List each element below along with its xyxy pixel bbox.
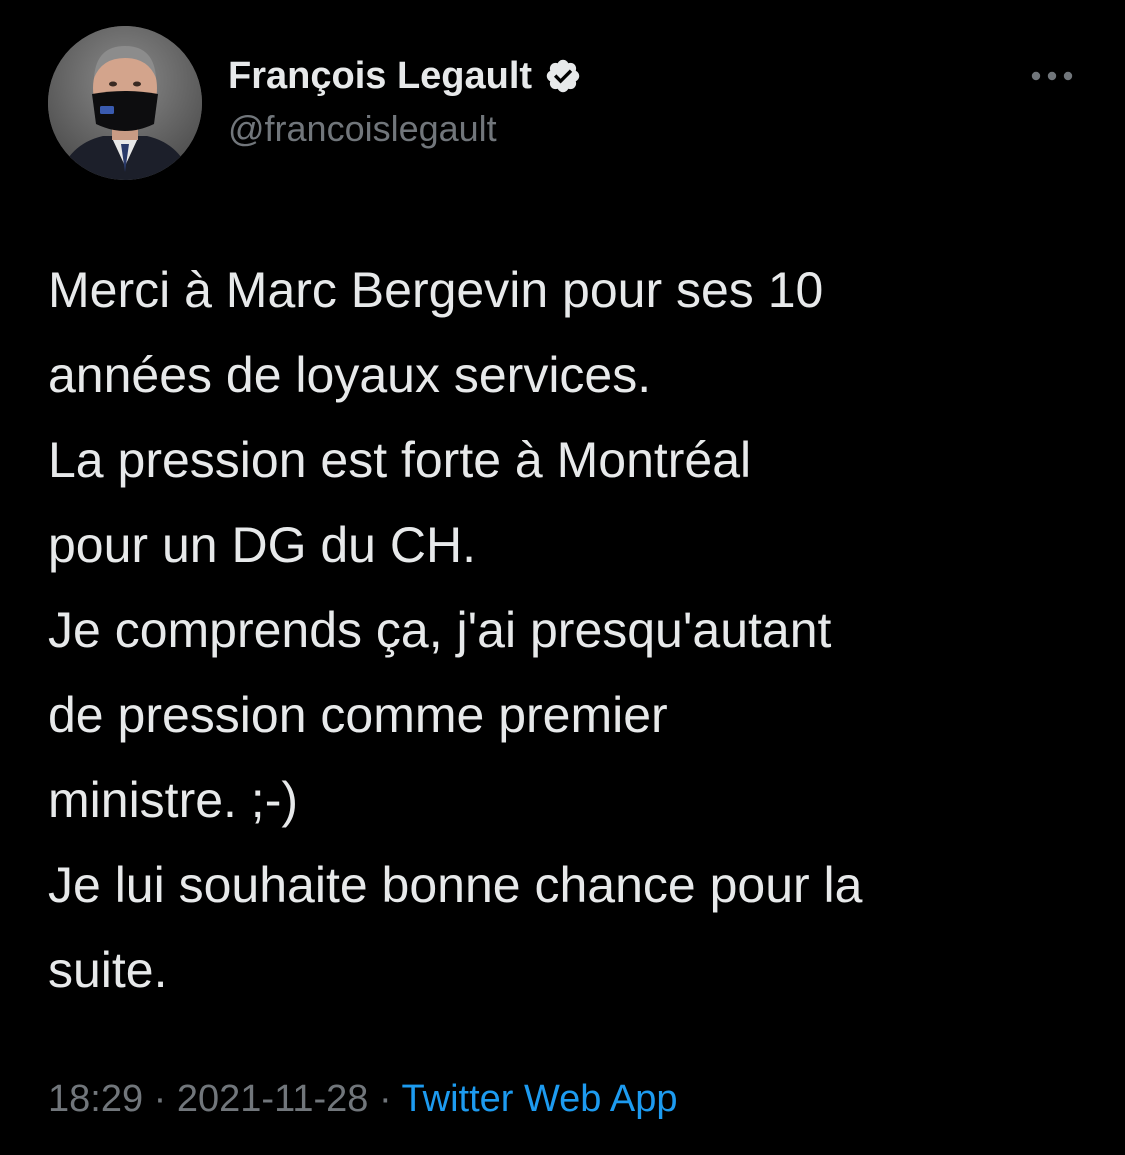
tweet-line: de pression comme premier — [48, 687, 668, 743]
author-handle[interactable]: @francoislegault — [228, 108, 497, 150]
profile-photo-icon — [48, 26, 202, 180]
tweet-line: ministre. ;-) — [48, 772, 298, 828]
author-name[interactable]: François Legault — [228, 55, 532, 98]
author-name-row[interactable]: François Legault — [228, 52, 582, 100]
tweet-source-link[interactable]: Twitter Web App — [402, 1078, 678, 1120]
tweet-line: Je comprends ça, j'ai presqu'autant — [48, 602, 832, 658]
tweet-metadata: 18:29 · 2021-11-28 · Twitter Web App — [48, 1078, 678, 1121]
more-options-icon[interactable] — [1022, 58, 1082, 94]
verified-badge-icon — [544, 57, 582, 95]
tweet-line: La pression est forte à Montréal — [48, 432, 752, 488]
tweet-date[interactable]: 2021-11-28 — [177, 1078, 369, 1120]
tweet-line: Merci à Marc Bergevin pour ses 10 — [48, 262, 824, 318]
avatar[interactable] — [48, 26, 202, 180]
tweet-line: pour un DG du CH. — [48, 517, 476, 573]
tweet-text: Merci à Marc Bergevin pour ses 10 années… — [48, 248, 1098, 1013]
meta-separator: · — [379, 1078, 402, 1120]
tweet-line: Je lui souhaite bonne chance pour la — [48, 857, 863, 913]
meta-separator: · — [153, 1078, 177, 1120]
tweet-line: années de loyaux services. — [48, 347, 652, 403]
tweet-time[interactable]: 18:29 — [48, 1078, 143, 1120]
tweet-line: suite. — [48, 942, 168, 998]
